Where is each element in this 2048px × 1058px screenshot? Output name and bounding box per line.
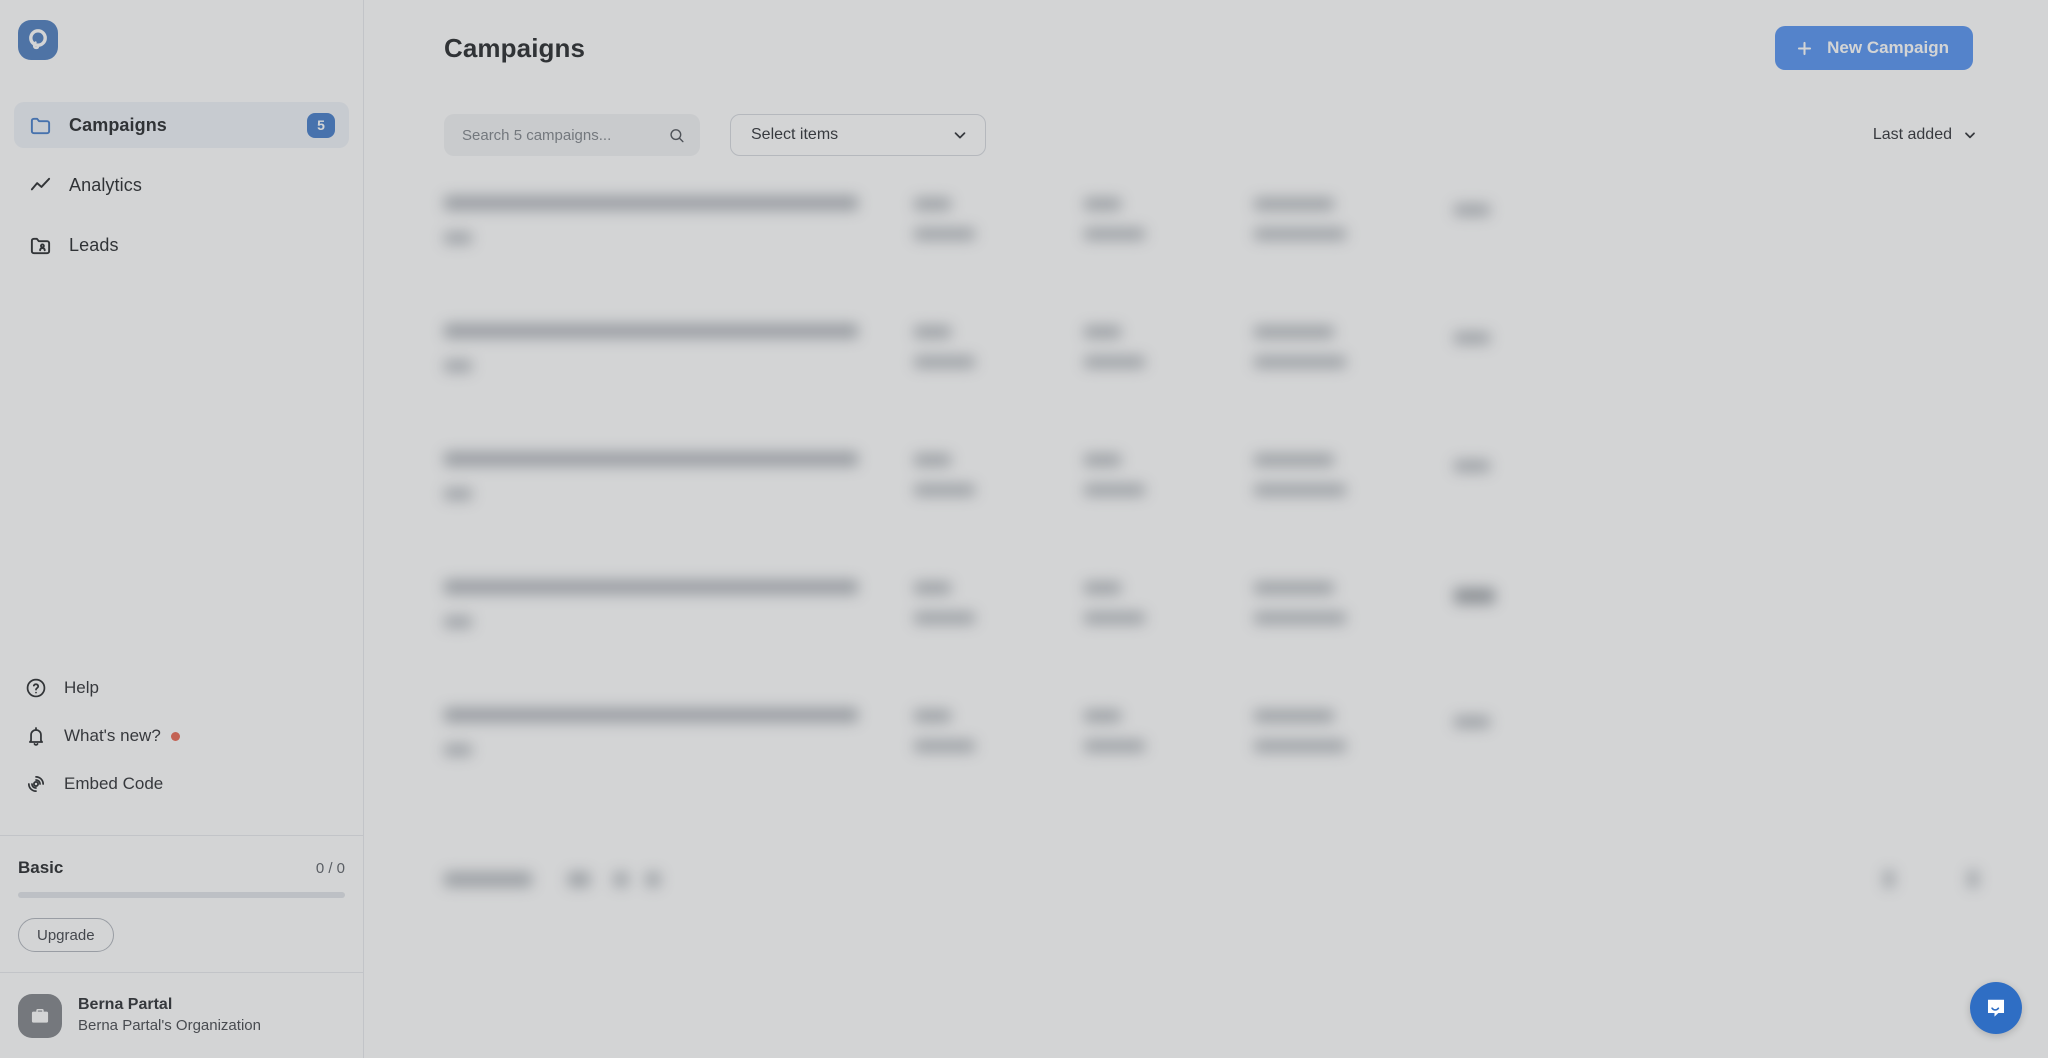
row-name-cell	[444, 196, 914, 244]
upgrade-button[interactable]: Upgrade	[18, 918, 114, 952]
question-circle-icon	[24, 676, 48, 700]
search-icon[interactable]	[668, 126, 686, 145]
plan-usage-section: Basic 0 / 0 Upgrade	[0, 835, 363, 972]
plan-header-row: Basic 0 / 0	[18, 858, 345, 878]
sidebar-item-label: What's new?	[64, 726, 161, 745]
row-actions-cell[interactable]	[1454, 580, 1574, 604]
table-row[interactable]	[444, 302, 1978, 430]
campaigns-count-badge: 5	[307, 112, 335, 138]
table-row[interactable]	[444, 558, 1978, 686]
chevron-down-icon	[1965, 132, 1975, 139]
chat-bubble-icon	[1987, 999, 2005, 1017]
row-actions-cell[interactable]	[1454, 196, 1574, 216]
row-metric-cell	[1254, 196, 1454, 240]
sidebar-item-help[interactable]: Help	[14, 667, 349, 709]
folder-user-icon	[28, 233, 52, 257]
plan-name: Basic	[18, 858, 64, 877]
briefcase-icon	[31, 1008, 49, 1023]
row-name-cell	[444, 452, 914, 500]
main-content: Campaigns New Campaign Select i	[364, 0, 2048, 1058]
row-actions-cell[interactable]	[1454, 324, 1574, 344]
row-metric-cell	[914, 452, 1084, 496]
row-actions-cell[interactable]	[1454, 452, 1574, 472]
page-header: Campaigns New Campaign	[364, 0, 2048, 96]
user-meta: Berna Partal Berna Partal's Organization	[78, 995, 261, 1036]
row-metric-cell	[1254, 708, 1454, 752]
plus-icon	[1798, 41, 1812, 55]
row-actions-cell[interactable]	[1454, 708, 1574, 728]
table-row[interactable]	[444, 174, 1978, 302]
sidebar-item-label: Campaigns	[69, 114, 167, 135]
row-metric-cell	[914, 196, 1084, 240]
row-name-cell	[444, 580, 914, 628]
line-chart-icon	[28, 173, 52, 197]
sidebar-item-whats-new[interactable]: What's new?	[14, 715, 349, 757]
app-root: Campaigns 5 Analytics Leads Help What's …	[0, 0, 2048, 1058]
search-box[interactable]	[444, 114, 700, 156]
sidebar: Campaigns 5 Analytics Leads Help What's …	[0, 0, 364, 1058]
row-metric-cell	[1254, 580, 1454, 624]
logo-container	[0, 0, 363, 78]
folder-icon	[28, 113, 52, 137]
row-metric-cell	[1254, 324, 1454, 368]
row-metric-cell	[1084, 324, 1254, 368]
table-pagination[interactable]	[444, 814, 1978, 904]
row-metric-cell	[914, 708, 1084, 752]
plan-usage-count: 0 / 0	[315, 859, 345, 877]
bell-icon	[24, 724, 48, 748]
sidebar-item-analytics[interactable]: Analytics	[14, 162, 349, 208]
row-name-cell	[444, 708, 914, 756]
new-campaign-label: New Campaign	[1827, 38, 1949, 57]
user-organization: Berna Partal's Organization	[78, 1016, 261, 1034]
avatar	[18, 993, 62, 1038]
row-metric-cell	[1084, 580, 1254, 624]
table-row[interactable]	[444, 430, 1978, 558]
row-metric-cell	[914, 324, 1084, 368]
user-name: Berna Partal	[78, 995, 173, 1013]
sort-dropdown[interactable]: Last added	[1873, 126, 1978, 144]
row-metric-cell	[1084, 452, 1254, 496]
user-profile[interactable]: Berna Partal Berna Partal's Organization	[0, 972, 363, 1058]
page-title: Campaigns	[444, 32, 586, 63]
primary-nav: Campaigns 5 Analytics Leads	[0, 78, 363, 282]
broadcast-icon	[24, 772, 48, 796]
select-items-label: Select items	[751, 126, 839, 143]
sidebar-item-embed-code[interactable]: Embed Code	[14, 763, 349, 805]
table-row[interactable]	[444, 686, 1978, 814]
whats-new-dot-badge	[170, 731, 180, 741]
rocket-logo-icon	[29, 29, 47, 50]
row-metric-cell	[914, 580, 1084, 624]
row-name-cell	[444, 324, 914, 372]
sort-label: Last added	[1872, 126, 1952, 143]
sidebar-item-campaigns[interactable]: Campaigns 5	[14, 102, 349, 148]
plan-progress-bar	[18, 892, 345, 898]
chevron-down-icon	[954, 132, 966, 139]
sidebar-item-label: Leads	[69, 234, 119, 255]
row-metric-cell	[1084, 196, 1254, 240]
sidebar-item-label: Help	[64, 678, 99, 697]
sidebar-item-leads[interactable]: Leads	[14, 222, 349, 268]
sidebar-item-label: Analytics	[69, 174, 142, 195]
select-items-dropdown[interactable]: Select items	[730, 114, 986, 156]
row-metric-cell	[1084, 708, 1254, 752]
intercom-chat-launcher[interactable]	[1970, 982, 2022, 1034]
content-toolbar: Select items Last added	[364, 96, 2048, 174]
row-metric-cell	[1254, 452, 1454, 496]
utility-nav: Help What's new? Embed Code	[0, 667, 363, 835]
new-campaign-button[interactable]: New Campaign	[1775, 26, 1973, 70]
search-input[interactable]	[462, 126, 669, 144]
campaigns-table	[364, 174, 2048, 904]
sidebar-item-label: Embed Code	[64, 774, 164, 793]
app-logo[interactable]	[18, 20, 58, 60]
new-campaign-highlight-ring: New Campaign	[1770, 21, 1978, 75]
